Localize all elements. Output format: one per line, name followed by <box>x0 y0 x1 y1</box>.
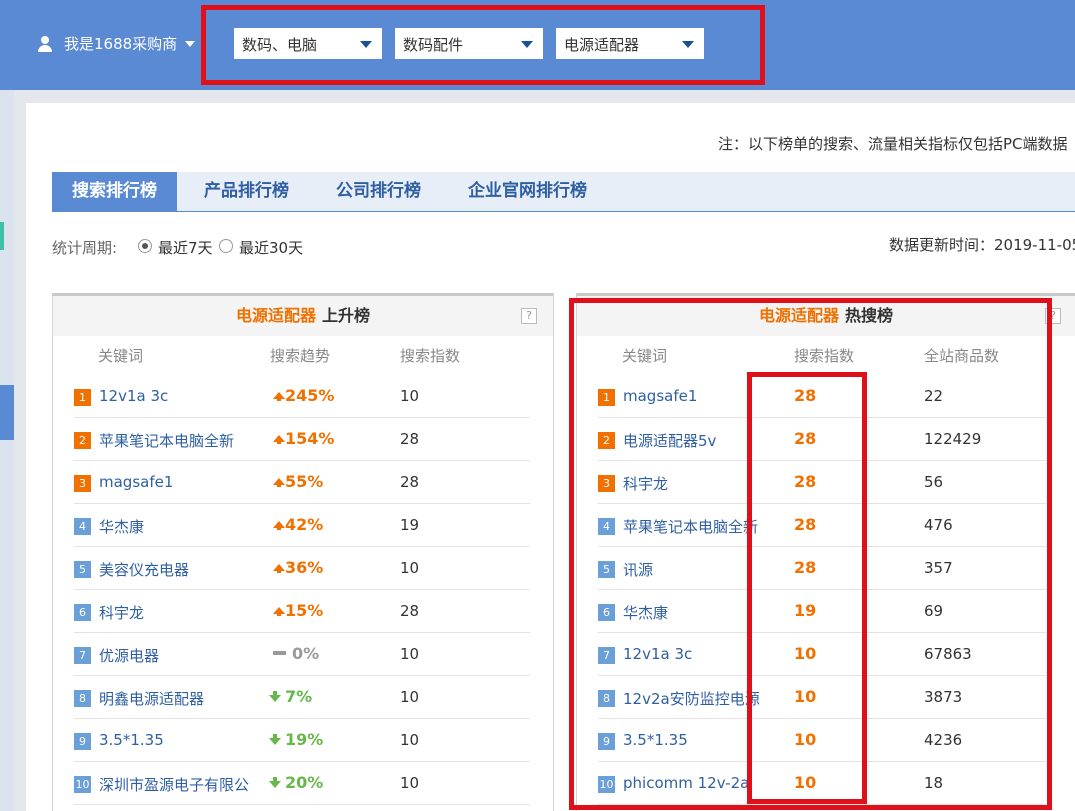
rising-col-index: 搜索指数 <box>400 347 461 365</box>
rising-board-title: 上升榜 <box>322 306 371 325</box>
arrow-down-icon <box>269 695 281 702</box>
keyword-link[interactable]: 科宇龙 <box>99 602 144 623</box>
rank-badge: 5 <box>74 561 91 578</box>
trend-value: 245% <box>273 386 334 405</box>
arrow-down-icon <box>269 781 281 788</box>
rising-col-keyword: 关键词 <box>98 347 144 365</box>
search-index: 10 <box>400 559 420 577</box>
trend-value: 42% <box>273 515 323 534</box>
table-row[interactable]: 3 magsafe1 55% 28 <box>74 461 530 504</box>
search-index: 10 <box>400 731 420 749</box>
trend-percent: 7% <box>285 687 313 706</box>
trend-percent: 36% <box>285 558 324 577</box>
highlight-box-search-index <box>747 372 867 804</box>
keyword-link[interactable]: 优源电器 <box>99 645 159 666</box>
search-index: 10 <box>400 645 420 663</box>
table-row[interactable]: 8 明鑫电源适配器 7% 10 <box>74 676 530 719</box>
sidebar-active-marker <box>0 385 14 440</box>
trend-value: 19% <box>269 730 324 749</box>
arrow-up-icon <box>273 521 285 528</box>
user-menu[interactable]: 我是1688采购商 <box>38 33 196 54</box>
caret-down-icon <box>185 40 196 47</box>
rising-col-trend: 搜索趋势 <box>270 347 331 365</box>
table-row[interactable]: 4 华杰康 42% 19 <box>74 504 530 547</box>
keyword-link[interactable]: 苹果笔记本电脑全新 <box>99 430 234 451</box>
rising-board-header: 电源适配器 上升榜 <box>53 296 553 336</box>
keyword-link[interactable]: 美容仪充电器 <box>99 559 189 580</box>
trend-value: 0% <box>273 644 319 663</box>
arrow-up-icon <box>273 607 285 614</box>
arrow-up-icon <box>273 564 285 571</box>
rank-badge: 9 <box>74 733 91 750</box>
arrow-down-icon <box>269 738 281 745</box>
rank-badge: 3 <box>74 475 91 492</box>
search-index: 10 <box>400 774 420 792</box>
keyword-link[interactable]: 华杰康 <box>99 516 144 537</box>
trend-percent: 245% <box>285 386 335 405</box>
tab-company-ranking[interactable]: 公司排行榜 <box>336 172 421 211</box>
user-label: 我是1688采购商 <box>64 35 178 53</box>
help-icon[interactable]: ? <box>521 308 537 324</box>
radio-7-days[interactable] <box>138 239 152 253</box>
search-index: 10 <box>400 387 420 405</box>
table-row[interactable]: 10 深圳市盈源电子有限公 20% 10 <box>74 762 530 805</box>
user-icon <box>38 35 52 52</box>
update-time: 数据更新时间：2019-11-05 <box>889 236 1075 254</box>
trend-percent: 42% <box>285 515 324 534</box>
rising-board-category: 电源适配器 <box>235 306 316 325</box>
tab-bar: 搜索排行榜 产品排行榜 公司排行榜 企业官网排行榜 <box>52 172 1075 212</box>
keyword-link[interactable]: magsafe1 <box>99 473 173 491</box>
arrow-up-icon <box>273 392 285 399</box>
radio-7-days-label[interactable]: 最近7天 <box>158 237 213 258</box>
keyword-link[interactable]: 3.5*1.35 <box>99 731 164 749</box>
trend-percent: 20% <box>285 773 324 792</box>
rank-badge: 7 <box>74 647 91 664</box>
trend-value: 7% <box>269 687 313 706</box>
trend-value: 55% <box>273 472 323 491</box>
table-row[interactable]: 5 美容仪充电器 36% 10 <box>74 547 530 590</box>
rank-badge: 8 <box>74 690 91 707</box>
table-row[interactable]: 6 科宇龙 15% 28 <box>74 590 530 633</box>
table-row[interactable]: 2 苹果笔记本电脑全新 154% 28 <box>74 418 530 461</box>
radio-30-days-label[interactable]: 最近30天 <box>239 237 303 258</box>
keyword-link[interactable]: 明鑫电源适配器 <box>99 688 204 709</box>
table-row[interactable]: 9 3.5*1.35 19% 10 <box>74 719 530 762</box>
rank-badge: 4 <box>74 518 91 535</box>
arrow-up-icon <box>273 478 285 485</box>
rank-badge: 6 <box>74 604 91 621</box>
search-index: 28 <box>400 430 420 448</box>
trend-percent: 15% <box>285 601 324 620</box>
search-index: 28 <box>400 473 420 491</box>
tab-product-ranking[interactable]: 产品排行榜 <box>204 172 289 211</box>
search-index: 28 <box>400 602 420 620</box>
sidebar-marker <box>0 222 4 250</box>
trend-value: 15% <box>273 601 323 620</box>
trend-value: 20% <box>269 773 324 792</box>
trend-value: 154% <box>273 429 334 448</box>
rank-badge: 1 <box>74 389 91 406</box>
trend-percent: 154% <box>285 429 335 448</box>
table-row[interactable]: 1 12v1a 3c 245% 10 <box>74 375 530 418</box>
search-index: 10 <box>400 688 420 706</box>
trend-percent: 55% <box>285 472 324 491</box>
trend-percent: 19% <box>285 730 324 749</box>
radio-30-days[interactable] <box>219 239 233 253</box>
tab-website-ranking[interactable]: 企业官网排行榜 <box>468 172 587 211</box>
search-index: 19 <box>400 516 420 534</box>
trend-percent: 0% <box>292 644 320 663</box>
table-row[interactable]: 7 优源电器 0% 10 <box>74 633 530 676</box>
flat-dash-icon <box>273 651 286 655</box>
data-note: 注：以下榜单的搜索、流量相关指标仅包括PC端数据 <box>718 135 1068 153</box>
left-sidebar-strip <box>0 90 14 811</box>
highlight-box-filters <box>201 5 765 85</box>
period-label: 统计周期: <box>52 239 118 257</box>
keyword-link[interactable]: 深圳市盈源电子有限公 <box>99 774 249 795</box>
tab-search-ranking[interactable]: 搜索排行榜 <box>52 172 177 211</box>
trend-value: 36% <box>273 558 323 577</box>
rank-badge: 10 <box>74 776 91 793</box>
rank-badge: 2 <box>74 432 91 449</box>
keyword-link[interactable]: 12v1a 3c <box>99 387 168 405</box>
arrow-up-icon <box>273 435 285 442</box>
